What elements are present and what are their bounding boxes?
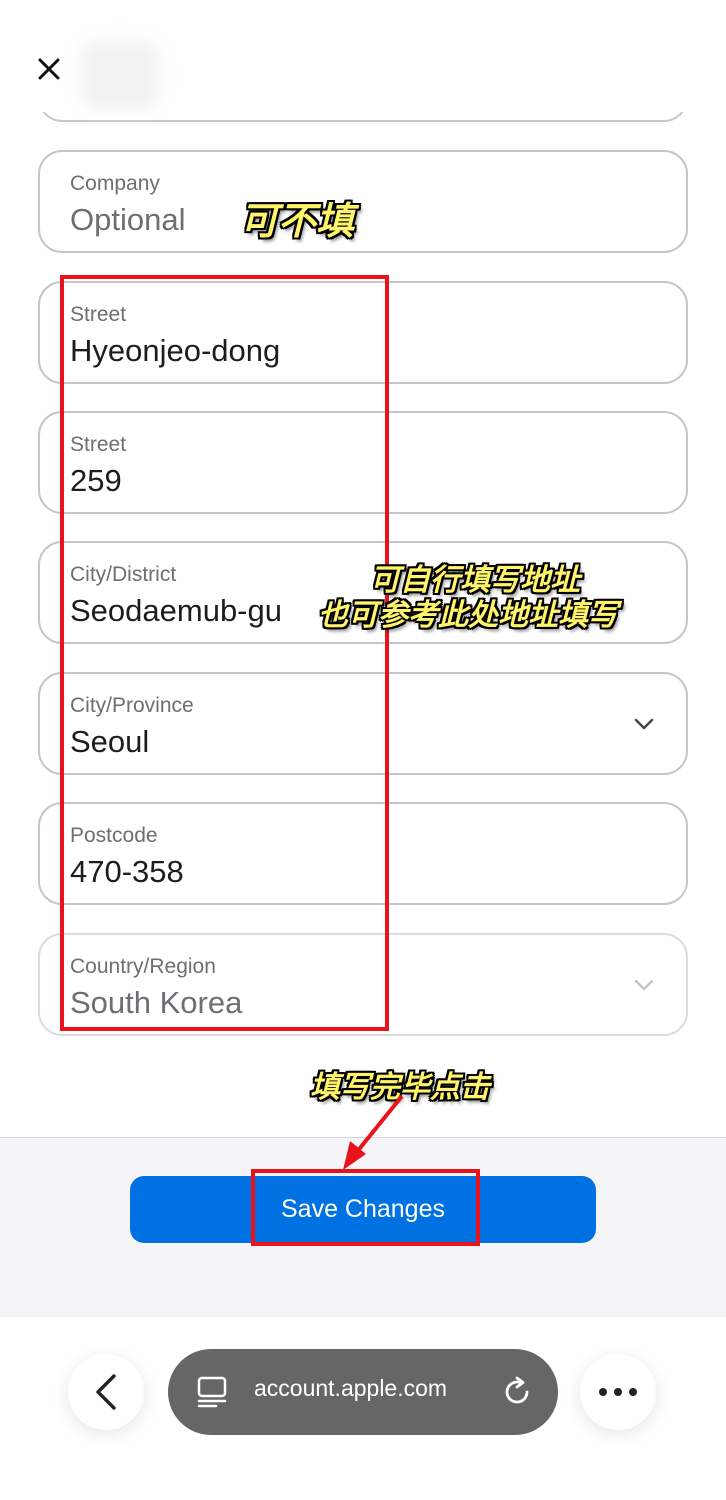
street-input-1[interactable]: Hyeonjeo-dong [70, 333, 280, 369]
chevron-down-icon [634, 718, 654, 730]
chevron-left-icon [96, 1374, 116, 1410]
company-input[interactable]: Optional [70, 202, 185, 238]
country-region-select: Country/Region South Korea [38, 933, 688, 1036]
reload-icon[interactable] [500, 1375, 534, 1409]
company-label: Company [70, 172, 160, 195]
address-highlight-box [60, 275, 389, 1031]
city-district-label: City/District [70, 563, 177, 586]
street-label-2: Street [70, 433, 127, 456]
city-province-select[interactable]: City/Province Seoul [38, 672, 688, 775]
more-icon [599, 1388, 637, 1396]
click-note: 填写完毕点击 [310, 1070, 490, 1105]
blurred-region [80, 40, 160, 110]
tabs-icon [197, 1376, 227, 1408]
more-button[interactable] [580, 1354, 656, 1430]
back-button[interactable] [68, 1354, 144, 1430]
chevron-down-icon [634, 979, 654, 991]
city-district-input[interactable]: Seodaemub-gu [70, 593, 282, 629]
postcode-label: Postcode [70, 824, 158, 847]
street-field-1[interactable]: Street Hyeonjeo-dong [38, 281, 688, 384]
city-province-label: City/Province [70, 694, 194, 717]
postcode-input[interactable]: 470-358 [70, 854, 184, 890]
postcode-field[interactable]: Postcode 470-358 [38, 802, 688, 905]
company-field[interactable]: Company Optional [38, 150, 688, 253]
address-bar[interactable]: account.apple.com [168, 1349, 558, 1435]
close-icon [38, 58, 60, 80]
street-field-2[interactable]: Street 259 [38, 411, 688, 514]
url-text: account.apple.com [254, 1375, 448, 1401]
country-region-value: South Korea [70, 985, 243, 1020]
address-note-line2: 也可参考此处地址填写 [318, 598, 618, 633]
street-label-1: Street [70, 303, 127, 326]
optional-note: 可不填 [240, 199, 355, 243]
country-region-label: Country/Region [70, 955, 216, 978]
save-changes-button[interactable]: Save Changes [130, 1176, 596, 1243]
street-input-2[interactable]: 259 [70, 463, 122, 499]
city-province-value[interactable]: Seoul [70, 724, 149, 760]
close-button[interactable] [30, 50, 68, 88]
